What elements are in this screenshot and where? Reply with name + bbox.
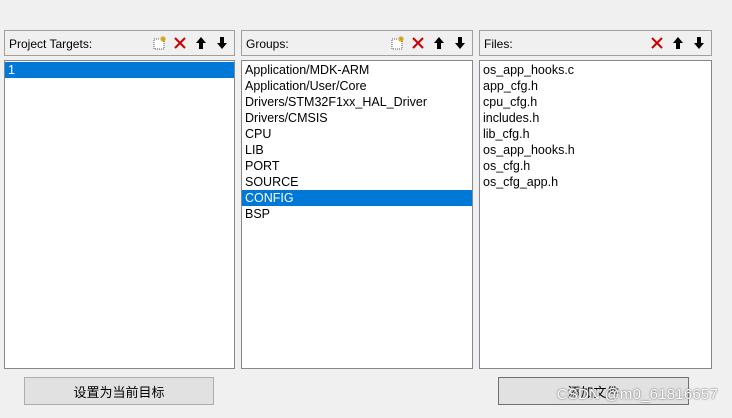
move-file-down-button[interactable] xyxy=(689,34,709,52)
delete-icon xyxy=(174,37,186,49)
groups-title: Groups: xyxy=(246,37,289,51)
move-file-up-button[interactable] xyxy=(668,34,688,52)
file-item[interactable]: os_cfg.h xyxy=(480,158,711,174)
project-targets-list[interactable]: 1 xyxy=(4,60,235,369)
watermark: CSDN @m0_61816657 xyxy=(556,386,718,403)
file-item[interactable]: os_app_hooks.h xyxy=(480,142,711,158)
move-target-down-button[interactable] xyxy=(212,34,232,52)
group-item[interactable]: CPU xyxy=(242,126,472,142)
project-targets-title: Project Targets: xyxy=(9,37,93,51)
files-header: Files: xyxy=(479,30,712,56)
new-group-button[interactable] xyxy=(387,34,407,52)
project-targets-header: Project Targets: xyxy=(4,30,235,56)
delete-icon xyxy=(412,37,424,49)
group-item[interactable]: Application/MDK-ARM xyxy=(242,62,472,78)
groups-panel: Groups: Application/MDK-ARM Application/… xyxy=(241,30,473,369)
target-item[interactable]: 1 xyxy=(5,62,234,78)
project-targets-panel: Project Targets: 1 xyxy=(4,30,235,369)
files-toolbar xyxy=(647,34,709,52)
file-item[interactable]: app_cfg.h xyxy=(480,78,711,94)
file-item[interactable]: includes.h xyxy=(480,110,711,126)
files-title: Files: xyxy=(484,37,513,51)
files-list[interactable]: os_app_hooks.c app_cfg.h cpu_cfg.h inclu… xyxy=(479,60,712,369)
move-down-icon xyxy=(217,37,227,49)
groups-toolbar xyxy=(387,34,470,52)
delete-file-button[interactable] xyxy=(647,34,667,52)
move-up-icon xyxy=(434,37,444,49)
new-item-icon xyxy=(153,36,166,50)
delete-group-button[interactable] xyxy=(408,34,428,52)
set-current-target-button[interactable]: 设置为当前目标 xyxy=(24,377,214,405)
move-up-icon xyxy=(673,37,683,49)
group-item[interactable]: PORT xyxy=(242,158,472,174)
file-item[interactable]: cpu_cfg.h xyxy=(480,94,711,110)
group-item-selected[interactable]: CONFIG xyxy=(242,190,472,206)
delete-icon xyxy=(651,37,663,49)
move-down-icon xyxy=(694,37,704,49)
new-item-icon xyxy=(391,36,404,50)
file-item[interactable]: os_cfg_app.h xyxy=(480,174,711,190)
groups-header: Groups: xyxy=(241,30,473,56)
group-item[interactable]: BSP xyxy=(242,206,472,222)
move-group-up-button[interactable] xyxy=(429,34,449,52)
files-panel: Files: os_app_hooks.c app_cfg.h cpu_cfg.… xyxy=(479,30,712,369)
new-target-button[interactable] xyxy=(149,34,169,52)
project-targets-toolbar xyxy=(149,34,232,52)
group-item[interactable]: SOURCE xyxy=(242,174,472,190)
groups-list[interactable]: Application/MDK-ARM Application/User/Cor… xyxy=(241,60,473,369)
move-up-icon xyxy=(196,37,206,49)
group-item[interactable]: Application/User/Core xyxy=(242,78,472,94)
move-target-up-button[interactable] xyxy=(191,34,211,52)
group-item[interactable]: LIB xyxy=(242,142,472,158)
move-down-icon xyxy=(455,37,465,49)
file-item[interactable]: lib_cfg.h xyxy=(480,126,711,142)
move-group-down-button[interactable] xyxy=(450,34,470,52)
file-item[interactable]: os_app_hooks.c xyxy=(480,62,711,78)
delete-target-button[interactable] xyxy=(170,34,190,52)
group-item[interactable]: Drivers/STM32F1xx_HAL_Driver xyxy=(242,94,472,110)
group-item[interactable]: Drivers/CMSIS xyxy=(242,110,472,126)
